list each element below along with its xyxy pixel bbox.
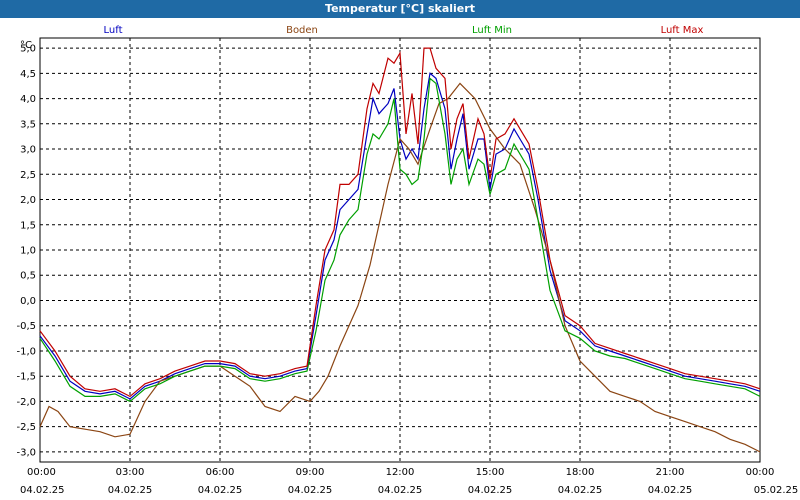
y-tick-label: 2,0 <box>20 195 36 206</box>
x-tick-date-label: 04.02.25 <box>198 485 243 496</box>
y-tick-label: 2,5 <box>20 170 36 181</box>
x-tick-date-label: 04.02.25 <box>648 485 693 496</box>
x-tick-time-label: 12:00 <box>386 467 415 478</box>
x-tick-time-label: 03:00 <box>116 467 145 478</box>
x-tick-time-label: 21:00 <box>656 467 685 478</box>
y-tick-label: -2,0 <box>16 397 36 408</box>
y-tick-label: -2,5 <box>16 422 36 433</box>
x-tick-time-label: 06:00 <box>206 467 235 478</box>
y-tick-label: 0,5 <box>20 271 36 282</box>
y-tick-label: -1,5 <box>16 372 36 383</box>
x-tick-date-label: 04.02.25 <box>378 485 423 496</box>
x-tick-time-label: 00:00 <box>27 467 56 478</box>
y-tick-label: -0,5 <box>16 321 36 332</box>
legend-entry-luft-min: Luft Min <box>472 25 512 36</box>
x-tick-time-label: 00:00 <box>746 467 775 478</box>
y-tick-label: -1,0 <box>16 346 36 357</box>
x-tick-time-label: 15:00 <box>476 467 505 478</box>
chart-title: Temperatur [°C] skaliert <box>0 0 800 18</box>
y-tick-label: 3,0 <box>20 145 36 156</box>
x-tick-date-label: 04.02.25 <box>558 485 603 496</box>
x-tick-date-label: 05.02.25 <box>754 485 799 496</box>
y-tick-label: 1,0 <box>20 246 36 257</box>
y-tick-label: 1,5 <box>20 220 36 231</box>
y-tick-label: 4,0 <box>20 94 36 105</box>
chart-window: Temperatur [°C] skaliert 5,0 4,5 4,0 3,5 3,0… <box>0 0 800 500</box>
x-tick-date-label: 04.02.25 <box>468 485 513 496</box>
y-axis-unit-label: °C <box>20 40 32 51</box>
legend-entry-boden: Boden <box>286 25 318 36</box>
x-tick-date-label: 04.02.25 <box>108 485 153 496</box>
x-tick-date-label: 04.02.25 <box>20 485 65 496</box>
y-tick-label: -3,0 <box>16 447 36 458</box>
legend-entry-luft-max: Luft Max <box>661 25 704 36</box>
y-tick-label: 3,5 <box>20 119 36 130</box>
x-tick-date-label: 04.02.25 <box>288 485 333 496</box>
y-tick-label: 4,5 <box>20 69 36 80</box>
legend-entry-luft: Luft <box>104 25 123 36</box>
temperature-chart: 5,04,54,03,53,02,52,01,51,00,50,0-0,5-1,… <box>16 25 799 496</box>
y-tick-label: 0,0 <box>20 296 36 307</box>
x-tick-time-label: 09:00 <box>296 467 325 478</box>
x-tick-time-label: 18:00 <box>566 467 595 478</box>
